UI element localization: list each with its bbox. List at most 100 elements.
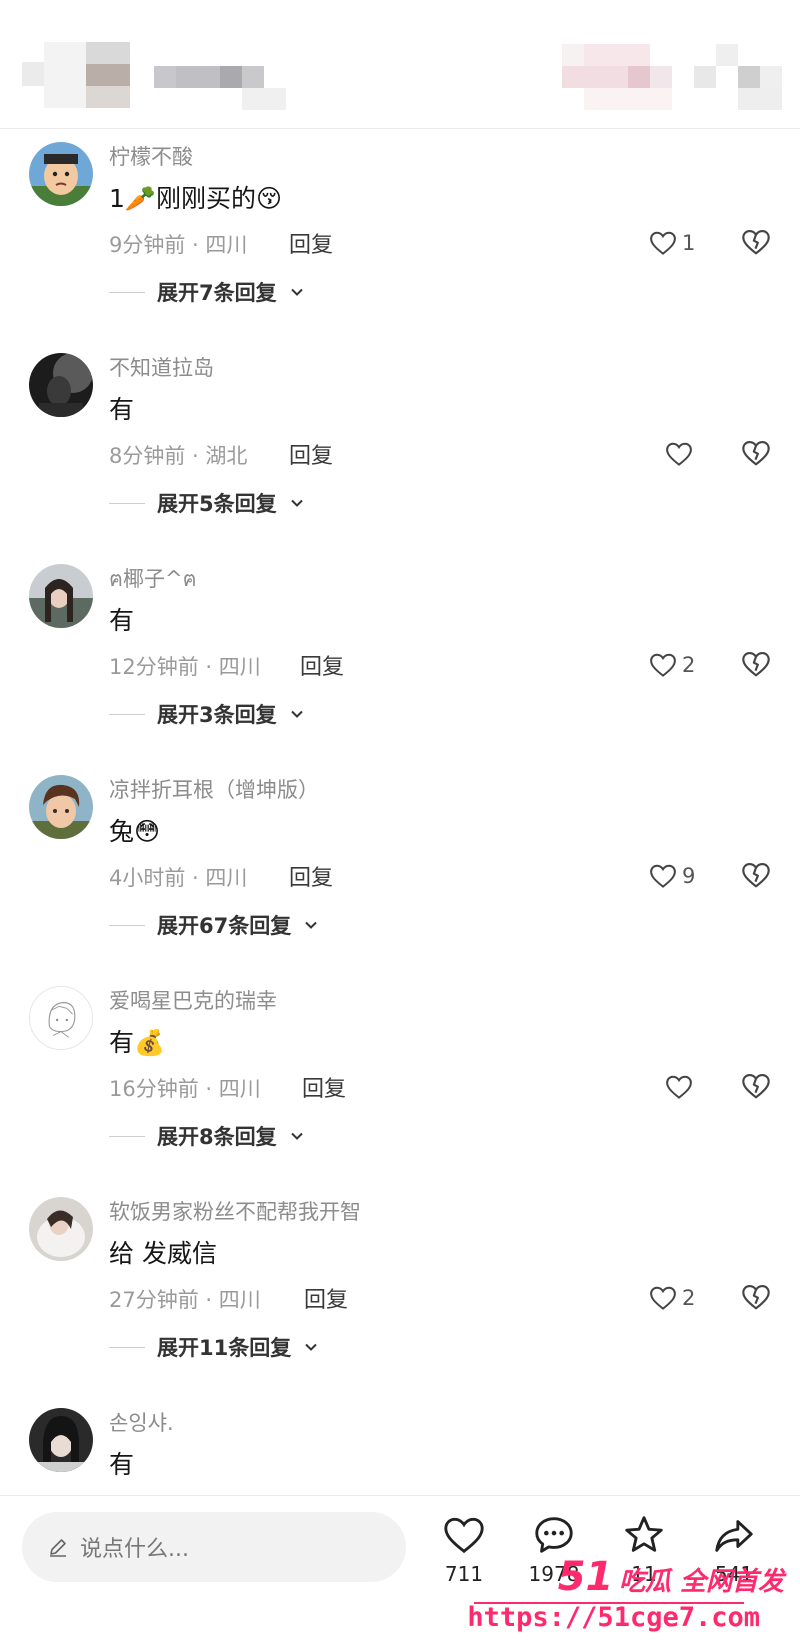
heart-icon xyxy=(666,1075,692,1099)
comment-username[interactable]: 손잉샤. xyxy=(109,1407,174,1437)
expand-replies-button[interactable]: 展开5条回复 xyxy=(109,488,305,518)
broken-heart-icon xyxy=(742,1074,770,1099)
like-video-button[interactable]: 711 xyxy=(424,1512,504,1602)
expand-replies-label: 展开3条回复 xyxy=(157,703,277,727)
comment-text: 有 xyxy=(109,1450,135,1479)
expand-replies-button[interactable]: 展开11条回复 xyxy=(109,1332,319,1362)
expand-replies-button[interactable]: 展开3条回复 xyxy=(109,699,305,729)
favorite-count: 11 xyxy=(631,1562,657,1586)
reply-button[interactable]: 回复 xyxy=(289,438,333,470)
share-count: 541 xyxy=(714,1562,754,1586)
expand-divider xyxy=(109,1135,145,1137)
heart-icon xyxy=(444,1517,484,1554)
like-button[interactable] xyxy=(664,1069,744,1105)
comment-button[interactable]: 1978 xyxy=(514,1512,594,1602)
reply-button[interactable]: 回复 xyxy=(289,227,333,259)
expand-replies-button[interactable]: 展开7条回复 xyxy=(109,277,305,307)
expand-divider xyxy=(109,1346,145,1348)
comment-item: ฅ椰子^ฅ 有 12分钟前 · 四川 回复 2 展开3条回复 xyxy=(0,551,800,762)
expand-replies-label: 展开7条回复 xyxy=(157,281,277,305)
star-icon xyxy=(625,1516,663,1552)
avatar[interactable] xyxy=(29,564,93,628)
reply-button[interactable]: 回复 xyxy=(289,860,333,892)
avatar[interactable] xyxy=(29,353,93,417)
reply-button[interactable]: 回复 xyxy=(304,1282,348,1314)
like-count: 1 xyxy=(682,231,696,255)
comment-item: 爱喝星巴克的瑞幸 有💰 16分钟前 · 四川 回复 展开8条回复 xyxy=(0,973,800,1184)
like-button[interactable]: 9 xyxy=(648,858,728,894)
avatar[interactable] xyxy=(29,775,93,839)
dislike-button[interactable] xyxy=(740,648,774,682)
avatar[interactable] xyxy=(29,986,93,1050)
comment-count: 1978 xyxy=(528,1562,580,1586)
comment-item: 손잉샤. 有 xyxy=(0,1395,800,1495)
like-button[interactable]: 2 xyxy=(648,647,728,683)
broken-heart-icon xyxy=(742,441,770,466)
share-icon xyxy=(715,1520,753,1552)
expand-replies-label: 展开8条回复 xyxy=(157,1125,277,1149)
comment-time-location: 12分钟前 · 四川 xyxy=(109,655,261,679)
like-button[interactable]: 1 xyxy=(648,225,728,261)
comment-username[interactable]: 软饭男家粉丝不配帮我开智 xyxy=(109,1196,361,1226)
avatar[interactable] xyxy=(29,142,93,206)
comment-item: 软饭男家粉丝不配帮我开智 给 发威信 27分钟前 · 四川 回复 2 展开11条… xyxy=(0,1184,800,1395)
comment-item: 不知道拉岛 有 8分钟前 · 湖北 回复 展开5条回复 xyxy=(0,340,800,551)
expand-replies-label: 展开5条回复 xyxy=(157,492,277,516)
comment-list[interactable]: 柠檬不酸 1🥕刚刚买的😚 9分钟前 · 四川 回复 1 展开7条回复 不知道拉岛 xyxy=(0,129,800,1495)
bottom-action-bar: 说点什么... 711 1978 11 541 xyxy=(0,1496,800,1646)
chevron-down-icon xyxy=(305,1343,317,1351)
comment-text: 给 发威信 xyxy=(109,1239,217,1268)
expand-replies-label: 展开67条回复 xyxy=(157,914,292,938)
comment-time-location: 4小时前 · 四川 xyxy=(109,866,248,890)
like-count: 2 xyxy=(682,653,696,677)
like-button[interactable]: 2 xyxy=(648,1280,728,1316)
chevron-down-icon xyxy=(290,1132,303,1140)
broken-heart-icon xyxy=(742,652,770,677)
expand-divider xyxy=(109,713,145,715)
pencil-icon xyxy=(50,1539,66,1557)
comment-username[interactable]: 凉拌折耳根（增坤版） xyxy=(109,774,319,804)
heart-icon xyxy=(650,864,676,888)
dislike-button[interactable] xyxy=(740,226,774,260)
dislike-button[interactable] xyxy=(740,1281,774,1315)
expand-divider xyxy=(109,924,145,926)
comment-text: 1🥕刚刚买的😚 xyxy=(109,184,283,213)
dislike-button[interactable] xyxy=(740,437,774,471)
comment-item: 凉拌折耳根（增坤版） 兔😳 4小时前 · 四川 回复 9 展开67条回复 xyxy=(0,762,800,973)
comment-username[interactable]: 不知道拉岛 xyxy=(109,352,214,382)
expand-divider xyxy=(109,502,145,504)
comment-username[interactable]: 柠檬不酸 xyxy=(109,141,193,171)
like-count: 9 xyxy=(682,864,696,888)
like-button[interactable] xyxy=(664,436,744,472)
top-header-blurred xyxy=(0,0,800,128)
broken-heart-icon xyxy=(742,230,770,255)
chevron-down-icon xyxy=(290,288,303,296)
dislike-button[interactable] xyxy=(740,859,774,893)
favorite-button[interactable]: 11 xyxy=(604,1512,684,1602)
dislike-button[interactable] xyxy=(740,1070,774,1104)
reply-button[interactable]: 回复 xyxy=(302,1071,346,1103)
expand-replies-button[interactable]: 展开8条回复 xyxy=(109,1121,305,1151)
broken-heart-icon xyxy=(742,1285,770,1310)
expand-divider xyxy=(109,291,145,293)
comment-time-location: 27分钟前 · 四川 xyxy=(109,1288,261,1312)
like-count: 2 xyxy=(682,1286,696,1310)
reply-button[interactable]: 回复 xyxy=(300,649,344,681)
avatar[interactable] xyxy=(29,1408,93,1472)
comment-icon xyxy=(535,1517,573,1553)
chevron-down-icon xyxy=(290,499,303,507)
comment-username[interactable]: 爱喝星巴克的瑞幸 xyxy=(109,985,277,1015)
comment-item: 柠檬不酸 1🥕刚刚买的😚 9分钟前 · 四川 回复 1 展开7条回复 xyxy=(0,129,800,340)
share-button[interactable]: 541 xyxy=(694,1512,774,1602)
heart-icon xyxy=(650,653,676,677)
comment-input[interactable]: 说点什么... xyxy=(22,1512,406,1582)
expand-replies-label: 展开11条回复 xyxy=(157,1336,292,1360)
comment-input-placeholder: 说点什么... xyxy=(80,1537,189,1562)
avatar[interactable] xyxy=(29,1197,93,1261)
chevron-down-icon xyxy=(305,921,317,929)
chevron-down-icon xyxy=(290,710,303,718)
heart-icon xyxy=(666,442,692,466)
comment-text: 有💰 xyxy=(109,1028,166,1057)
expand-replies-button[interactable]: 展开67条回复 xyxy=(109,910,319,940)
comment-username[interactable]: ฅ椰子^ฅ xyxy=(109,563,197,596)
